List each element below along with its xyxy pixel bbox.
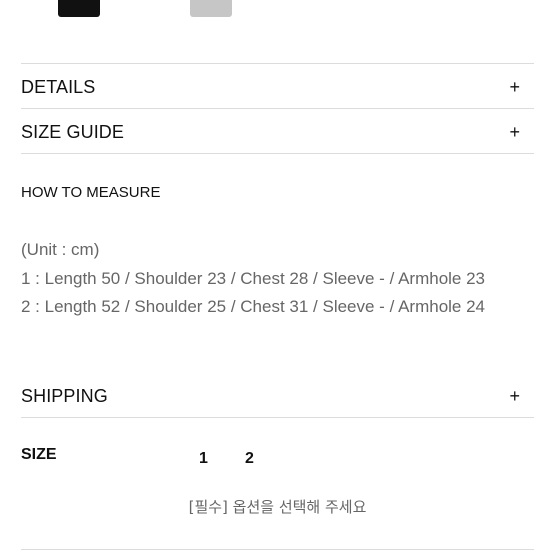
product-detail-page: DETAILS + SIZE GUIDE + HOW TO MEASURE (U…	[0, 0, 555, 555]
divider	[21, 549, 534, 550]
details-accordion[interactable]: DETAILS +	[21, 77, 534, 107]
divider	[21, 63, 534, 64]
size-spec-row-1: 1 : Length 50 / Shoulder 23 / Chest 28 /…	[21, 269, 486, 288]
size-option-1[interactable]: 1	[199, 450, 208, 468]
expand-plus-icon[interactable]: +	[509, 122, 520, 143]
expand-plus-icon[interactable]: +	[509, 386, 520, 407]
expand-plus-icon[interactable]: +	[509, 77, 520, 98]
size-guide-accordion-label: SIZE GUIDE	[21, 122, 125, 142]
shipping-accordion[interactable]: SHIPPING +	[21, 386, 534, 416]
details-accordion-label: DETAILS	[21, 77, 96, 97]
how-to-measure-heading: HOW TO MEASURE	[21, 184, 161, 201]
required-option-notice: [필수] 옵션을 선택해 주세요	[188, 498, 367, 516]
size-option-2[interactable]: 2	[245, 450, 254, 468]
size-guide-accordion[interactable]: SIZE GUIDE +	[21, 122, 534, 152]
divider	[21, 108, 534, 109]
shipping-accordion-label: SHIPPING	[21, 386, 108, 406]
color-swatch-gray[interactable]	[190, 0, 232, 17]
unit-note: (Unit : cm)	[21, 240, 100, 259]
divider	[21, 417, 534, 418]
color-swatch-black[interactable]	[58, 0, 100, 17]
size-spec-row-2: 2 : Length 52 / Shoulder 25 / Chest 31 /…	[21, 297, 486, 316]
size-label: SIZE	[21, 446, 57, 463]
divider	[21, 153, 534, 154]
